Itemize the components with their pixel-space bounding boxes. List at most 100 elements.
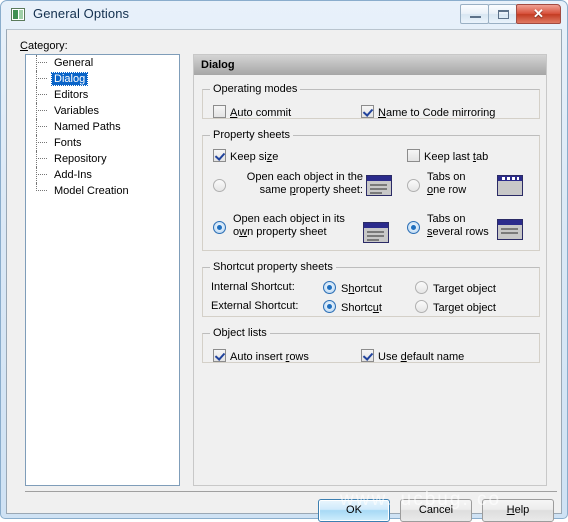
- radio-label: Open each object in the same property she…: [246, 171, 363, 196]
- checkbox-label: Auto insert rows: [230, 351, 309, 363]
- tree-item-label: Repository: [54, 153, 107, 165]
- minimize-icon: [470, 16, 481, 18]
- label-external-shortcut: External Shortcut:: [211, 300, 299, 312]
- category-label: Category:: [20, 40, 68, 52]
- radio-icon: [407, 179, 420, 192]
- dialog-client-area: Category: General Dialog Editors Variabl…: [6, 29, 562, 522]
- checkbox-label: ame to Code mirroring: [385, 107, 496, 119]
- window-icon: [11, 8, 25, 21]
- tree-item-fonts[interactable]: Fonts: [26, 135, 179, 151]
- checkbox-label: Use default name: [378, 351, 465, 363]
- radio-external-target-object[interactable]: Target object: [415, 300, 496, 314]
- icon-titlebar: [498, 220, 522, 225]
- checkbox-label: Keep last tab: [424, 151, 489, 163]
- icon-line: [370, 188, 387, 190]
- radio-label: Target object: [433, 283, 496, 295]
- single-window-icon: [366, 175, 392, 196]
- tree-connector: [36, 158, 47, 160]
- tree-item-label: Model Creation: [54, 185, 129, 197]
- icon-line: [367, 239, 379, 241]
- radio-label: Tabs on several rows: [427, 213, 489, 238]
- checkbox-icon: [213, 149, 226, 162]
- label-internal-shortcut: Internal Shortcut:: [211, 281, 295, 293]
- tabs-one-row-icon: [497, 175, 523, 196]
- radio-label: Target object: [433, 302, 496, 314]
- checkbox-auto-insert-rows[interactable]: Auto insert rows: [213, 349, 309, 363]
- tree-item-repository[interactable]: Repository: [26, 151, 179, 167]
- radio-same-property-sheet[interactable]: Open each object in the same property she…: [213, 171, 363, 197]
- checkbox-icon: [213, 105, 226, 118]
- checkbox-name-to-code-mirroring[interactable]: Name to Code mirroring: [361, 105, 495, 119]
- tree-item-label: Dialog: [50, 72, 89, 86]
- checkbox-icon: [407, 149, 420, 162]
- radio-label: Tabs on one row: [427, 171, 467, 196]
- radio-tabs-several-rows[interactable]: Tabs on several rows: [407, 213, 489, 239]
- radio-icon: [415, 281, 428, 294]
- checkbox-icon: [361, 349, 374, 362]
- tree-item-label: Fonts: [54, 137, 82, 149]
- radio-icon: [323, 281, 336, 294]
- group-property-sheets: Property sheets Keep size Keep last tab …: [202, 129, 540, 251]
- radio-icon: [213, 221, 226, 234]
- group-legend: Property sheets: [213, 129, 291, 141]
- tree-connector: [36, 62, 47, 64]
- icon-line: [501, 228, 518, 230]
- category-tree[interactable]: General Dialog Editors Variables Named P…: [25, 54, 180, 486]
- radio-label: Shortcut: [341, 283, 382, 295]
- tree-item-editors[interactable]: Editors: [26, 87, 179, 103]
- radio-icon: [323, 300, 336, 313]
- tree-connector: [36, 174, 47, 176]
- tree-item-dialog[interactable]: Dialog: [26, 71, 179, 87]
- tree-connector: [36, 126, 47, 128]
- radio-internal-target-object[interactable]: Target object: [415, 281, 496, 295]
- icon-titlebar: [367, 176, 391, 181]
- group-legend: Shortcut property sheets: [213, 261, 333, 273]
- group-shortcut-property-sheets: Shortcut property sheets Internal Shortc…: [202, 261, 540, 317]
- footer-separator: [25, 491, 557, 492]
- tree-item-model-creation[interactable]: Model Creation: [26, 183, 179, 199]
- group-operating-modes: Operating modes Auto commit Name to Code…: [202, 83, 540, 119]
- stacked-windows-icon: [363, 218, 396, 243]
- radio-tabs-one-row[interactable]: Tabs on one row: [407, 171, 466, 197]
- checkbox-icon: [213, 349, 226, 362]
- tree-item-label: Add-Ins: [54, 169, 92, 181]
- tree-item-label: Named Paths: [54, 121, 121, 133]
- radio-icon: [407, 221, 420, 234]
- icon-line: [370, 184, 387, 186]
- title-bar: General Options ✕: [6, 3, 564, 29]
- maximize-button[interactable]: [488, 4, 517, 24]
- group-object-lists: Object lists Auto insert rows Use defaul…: [202, 327, 540, 363]
- radio-internal-shortcut[interactable]: Shortcut: [323, 281, 382, 295]
- tree-connector: [36, 110, 47, 112]
- radio-label: Open each object in its own property shee…: [233, 213, 345, 238]
- checkbox-keep-last-tab[interactable]: Keep last tab: [407, 149, 488, 163]
- general-options-dialog: General Options ✕ Category: General Dial…: [0, 0, 568, 522]
- checkbox-auto-commit[interactable]: Auto commit: [213, 105, 291, 119]
- window-controls: ✕: [460, 4, 561, 24]
- checkbox-use-default-name[interactable]: Use default name: [361, 349, 464, 363]
- radio-icon: [415, 300, 428, 313]
- checkbox-label: Keep size: [230, 151, 279, 163]
- maximize-icon: [498, 10, 509, 19]
- icon-titlebar: [364, 223, 388, 228]
- radio-own-property-sheet[interactable]: Open each object in its own property shee…: [213, 213, 363, 239]
- tree-item-label: Variables: [54, 105, 100, 117]
- tree-connector: [36, 190, 47, 192]
- checkbox-label: uto commit: [237, 107, 292, 119]
- tree-item-named-paths[interactable]: Named Paths: [26, 119, 179, 135]
- tree-item-general[interactable]: General: [26, 55, 179, 71]
- radio-external-shortcut[interactable]: Shortcut: [323, 300, 382, 314]
- panel-header: Dialog: [194, 55, 546, 75]
- minimize-button[interactable]: [460, 4, 489, 24]
- tree-item-add-ins[interactable]: Add-Ins: [26, 167, 179, 183]
- icon-tabs: [502, 177, 519, 180]
- checkbox-icon: [361, 105, 374, 118]
- tree-connector: [36, 94, 47, 96]
- radio-label: Shortcut: [341, 302, 382, 314]
- tree-connector: [36, 78, 47, 80]
- checkbox-keep-size[interactable]: Keep size: [213, 149, 278, 163]
- close-button[interactable]: ✕: [516, 4, 561, 24]
- tree-item-variables[interactable]: Variables: [26, 103, 179, 119]
- icon-line: [367, 235, 384, 237]
- tree-connector: [36, 142, 47, 144]
